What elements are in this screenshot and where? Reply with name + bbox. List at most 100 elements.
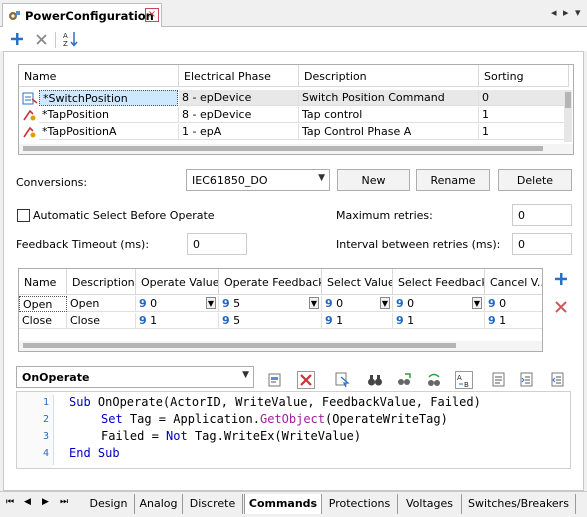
sort-az-icon: A Z	[63, 32, 78, 48]
operate-feedback-select[interactable]: 9 5 ▼	[219, 296, 322, 312]
script-editor[interactable]: 1 2 3 4 Sub OnOperate(ActorID, WriteValu…	[16, 391, 571, 469]
new-button[interactable]: New	[337, 169, 410, 191]
chevron-down-icon[interactable]: ▼	[309, 297, 319, 309]
column-header-select-value[interactable]: Select Value	[322, 269, 393, 295]
delete-row-button[interactable]	[554, 300, 572, 318]
retry-interval-input[interactable]: 0	[512, 233, 572, 255]
event-select[interactable]: OnOperate ▼	[16, 366, 254, 388]
tag-value-icon: 9	[396, 297, 404, 310]
chevron-down-icon[interactable]: ▼	[472, 297, 482, 309]
row-description[interactable]: Open	[67, 296, 136, 312]
tab-menu-icon[interactable]: ▾	[575, 6, 581, 19]
feedback-timeout-input[interactable]: 0	[187, 233, 247, 255]
cancel-value-cell[interactable]: 9 0	[485, 296, 542, 312]
sort-button[interactable]: A Z	[62, 30, 80, 48]
document-tab[interactable]: PowerConfiguration ×	[2, 3, 162, 27]
table-row[interactable]: *SwitchPosition 8 - epDevice Switch Posi…	[19, 90, 567, 107]
code-line[interactable]: Failed = Not Tag.WriteEx(WriteValue)	[101, 429, 361, 443]
scrollbar-thumb[interactable]	[23, 343, 456, 348]
next-tab-icon[interactable]: ▶	[42, 497, 49, 507]
column-header-description[interactable]: Description	[299, 65, 479, 87]
chevron-down-icon[interactable]: ▼	[206, 297, 216, 309]
delete-button[interactable]	[32, 30, 50, 48]
tag-value-icon: 9	[325, 314, 333, 327]
case-toggle-button[interactable]: AB	[455, 371, 473, 389]
svg-text:Z: Z	[63, 40, 68, 48]
find-next-button[interactable]	[395, 371, 413, 389]
replace-button[interactable]	[425, 371, 443, 389]
column-header-select-feedback[interactable]: Select Feedback	[393, 269, 485, 295]
auto-select-checkbox[interactable]	[17, 209, 30, 222]
row-description[interactable]: Close	[67, 313, 136, 329]
clear-script-button[interactable]	[297, 371, 315, 389]
tab-voltages[interactable]: Voltages	[398, 494, 462, 514]
prev-tab-icon[interactable]: ◀	[24, 497, 31, 507]
horizontal-scrollbar[interactable]	[19, 341, 542, 351]
column-header-sorting[interactable]: Sorting	[479, 65, 569, 87]
code-line[interactable]: Sub OnOperate(ActorID, WriteValue, Feedb…	[69, 395, 481, 409]
tab-switches-breakers[interactable]: Switches/Breakers	[462, 494, 576, 514]
scroll-left-icon[interactable]: ◂	[551, 6, 557, 19]
max-retries-input[interactable]: 0	[512, 204, 572, 226]
row-name[interactable]: *TapPositionA	[39, 124, 179, 140]
add-button[interactable]	[8, 30, 26, 48]
table-row[interactable]: *TapPosition 8 - epDevice Tap control 1	[19, 107, 567, 124]
tab-design[interactable]: Design	[83, 494, 135, 514]
column-header-operate-value[interactable]: Operate Value	[136, 269, 219, 295]
row-name[interactable]: Open	[19, 296, 67, 312]
column-header-name[interactable]: Name	[19, 269, 67, 295]
add-row-button[interactable]	[554, 272, 572, 290]
tab-analog[interactable]: Analog	[135, 494, 183, 514]
operate-feedback-cell[interactable]: 9 5	[219, 313, 322, 329]
first-tab-icon[interactable]: ⏮	[6, 497, 14, 507]
close-tab-button[interactable]: ×	[145, 8, 159, 22]
select-value-select[interactable]: 9 0 ▼	[322, 296, 393, 312]
operate-value-cell[interactable]: 9 1	[136, 313, 219, 329]
column-header-operate-feedback[interactable]: Operate Feedback	[219, 269, 322, 295]
select-feedback-select[interactable]: 9 0 ▼	[393, 296, 485, 312]
find-button[interactable]	[366, 371, 384, 389]
column-header-name[interactable]: Name	[19, 65, 179, 87]
uncomment-button[interactable]	[518, 371, 536, 389]
tab-discrete[interactable]: Discrete	[183, 494, 243, 514]
scrollbar-thumb[interactable]	[23, 146, 543, 151]
insert-tag-button[interactable]	[266, 371, 284, 389]
line-number: 4	[43, 448, 50, 459]
row-name[interactable]: Close	[19, 313, 67, 329]
row-name[interactable]: *SwitchPosition	[39, 90, 178, 106]
outdent-button[interactable]	[549, 371, 567, 389]
comment-button[interactable]	[490, 371, 508, 389]
row-name[interactable]: *TapPosition	[39, 107, 179, 123]
column-header-phase[interactable]: Electrical Phase	[179, 65, 299, 87]
table-row[interactable]: Close Close 9 1 9 5 9 1 9 1 9 1	[19, 313, 542, 330]
scroll-right-icon[interactable]: ▸	[563, 6, 569, 19]
horizontal-scrollbar[interactable]	[19, 144, 573, 154]
delete-conversion-button[interactable]: Delete	[498, 169, 572, 191]
tab-commands[interactable]: Commands	[244, 494, 322, 514]
chevron-down-icon[interactable]: ▼	[380, 297, 390, 309]
select-feedback-value: 0	[407, 297, 415, 310]
code-text: OnOperate(ActorID, WriteValue, FeedbackV…	[90, 395, 481, 409]
x-icon	[35, 33, 47, 45]
auto-complete-button[interactable]	[333, 371, 351, 389]
conversions-select[interactable]: IEC61850_DO ▼	[186, 169, 330, 191]
vertical-scrollbar[interactable]	[564, 90, 572, 142]
code-line[interactable]: Set Tag = Application.GetObject(OperateW…	[101, 412, 448, 426]
operate-value-select[interactable]: 9 0 ▼	[136, 296, 219, 312]
select-value-cell[interactable]: 9 1	[322, 313, 393, 329]
row-phase: 8 - epDevice	[179, 107, 299, 123]
select-feedback-cell[interactable]: 9 1	[393, 313, 485, 329]
tag-value-icon: 9	[222, 297, 230, 310]
command-icon	[22, 92, 38, 105]
last-tab-icon[interactable]: ⏭	[60, 497, 68, 507]
row-description: Tap control	[299, 107, 479, 123]
cancel-value-cell[interactable]: 9 1	[485, 313, 542, 329]
column-header-cancel-value[interactable]: Cancel V...	[485, 269, 542, 295]
rename-button[interactable]: Rename	[416, 169, 490, 191]
tab-protections[interactable]: Protections	[322, 494, 398, 514]
table-row[interactable]: Open Open 9 0 ▼ 9 5 ▼ 9 0 ▼ 9 0 ▼ 9 0	[19, 296, 542, 313]
table-row[interactable]: *TapPositionA 1 - epA Tap Control Phase …	[19, 124, 567, 141]
code-line[interactable]: End Sub	[69, 446, 120, 460]
scrollbar-thumb[interactable]	[565, 92, 571, 108]
column-header-description[interactable]: Description	[67, 269, 136, 295]
